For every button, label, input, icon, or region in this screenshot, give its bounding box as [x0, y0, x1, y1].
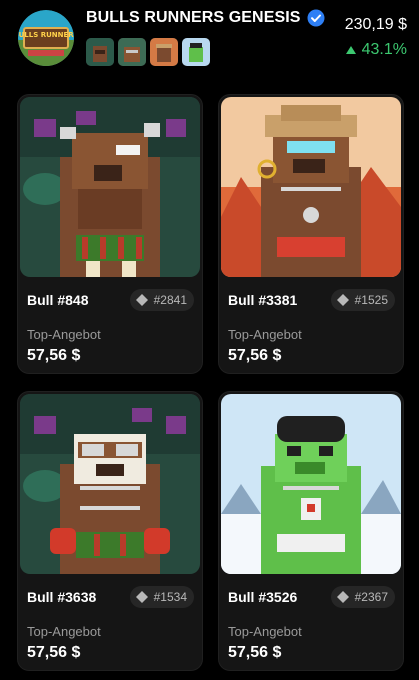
rarity-rank-badge: #2367 [330, 586, 395, 608]
nft-card[interactable]: Bull #848 #2841 Top-Angebot 57,56 $ [17, 94, 203, 374]
price-change-value: 43.1% [361, 41, 407, 58]
top-offer-label: Top-Angebot [228, 624, 302, 639]
thumbnail-2[interactable] [118, 38, 146, 66]
nft-name: Bull #848 [27, 292, 89, 308]
top-offer-value: 57,56 $ [27, 644, 81, 661]
nft-name: Bull #3638 [27, 589, 97, 605]
verified-badge-icon [307, 9, 325, 27]
top-offer-value: 57,56 $ [228, 644, 282, 661]
nft-card[interactable]: Bull #3638 #1534 Top-Angebot 57,56 $ [17, 391, 203, 671]
diamond-icon [135, 591, 148, 603]
diamond-icon [336, 294, 349, 306]
diamond-icon [336, 591, 349, 603]
rarity-rank-badge: #1525 [330, 289, 395, 311]
rarity-rank-badge: #1534 [129, 586, 194, 608]
top-offer-label: Top-Angebot [27, 327, 101, 342]
top-offer-value: 57,56 $ [27, 347, 81, 364]
collection-thumbnails [86, 38, 210, 66]
collection-logo[interactable]: BULLS RUNNERS [18, 10, 74, 66]
nft-name: Bull #3381 [228, 292, 298, 308]
diamond-icon [135, 294, 148, 306]
top-offer-label: Top-Angebot [27, 624, 101, 639]
rarity-rank-badge: #2841 [129, 289, 194, 311]
nft-name: Bull #3526 [228, 589, 298, 605]
rarity-rank-value: #1534 [153, 590, 187, 604]
top-offer-value: 57,56 $ [228, 347, 282, 364]
rarity-rank-value: #1525 [354, 293, 388, 307]
thumbnail-4[interactable] [182, 38, 210, 66]
nft-image[interactable] [20, 97, 200, 277]
thumbnail-3[interactable] [150, 38, 178, 66]
price-change: 43.1% [345, 41, 407, 59]
collection-title[interactable]: BULLS RUNNERS GENESIS [86, 9, 301, 27]
nft-image[interactable] [20, 394, 200, 574]
rarity-rank-value: #2841 [153, 293, 187, 307]
top-offer-label: Top-Angebot [228, 327, 302, 342]
nft-card[interactable]: Bull #3526 #2367 Top-Angebot 57,56 $ [218, 391, 404, 671]
rarity-rank-value: #2367 [354, 590, 388, 604]
logo-lettering: BULLS RUNNERS [18, 31, 74, 39]
nft-image[interactable] [221, 394, 401, 574]
thumbnail-1[interactable] [86, 38, 114, 66]
nft-card[interactable]: Bull #3381 #1525 Top-Angebot 57,56 $ [218, 94, 404, 374]
trend-up-icon [345, 46, 356, 54]
collection-header: BULLS RUNNERS BULLS RUNNERS GENESIS 230,… [0, 0, 419, 82]
nft-image[interactable] [221, 97, 401, 277]
floor-price: 230,19 $ [344, 16, 407, 33]
